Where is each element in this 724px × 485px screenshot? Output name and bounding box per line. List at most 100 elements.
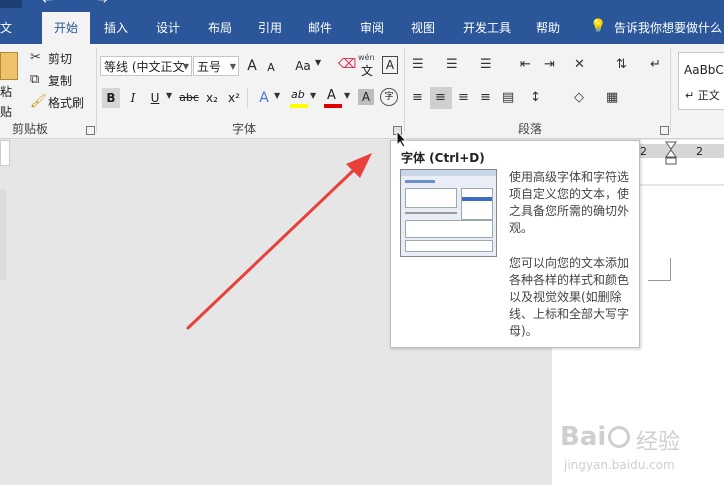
highlight-color-swatch [290,104,308,108]
thumb-list [461,188,493,220]
chevron-down-icon[interactable]: ▼ [315,58,321,67]
paragraph-dialog-launcher[interactable] [660,126,669,135]
thumb-selection [462,197,492,201]
text-effects-button[interactable]: A [256,88,272,108]
undo-icon[interactable]: ↩ [42,0,54,8]
chevron-down-icon[interactable]: ▼ [310,91,316,100]
font-dialog-preview-thumbnail [400,169,497,257]
character-border-button[interactable]: A [382,56,398,74]
phonetic-char: 文 [361,64,374,78]
tab-layout[interactable]: 布局 [204,14,236,42]
group-separator [404,48,405,132]
format-painter-button[interactable]: 格式刷 [48,93,88,113]
baidu-watermark-logo: Bai 经验 jingyan.baidu.com [560,420,720,480]
tab-view[interactable]: 视图 [409,14,437,42]
copy-icon[interactable]: ⧉ [30,72,39,87]
decrease-indent-icon[interactable]: ⇤ [520,57,531,72]
sort-icon[interactable]: ⇅ [616,57,627,72]
chevron-down-icon[interactable]: ▼ [274,91,280,100]
paste-button[interactable]: 粘贴 [0,82,18,119]
font-color-button[interactable]: A [324,88,342,108]
thumb-titlebar [401,170,496,176]
chevron-down-icon[interactable]: ▼ [230,57,236,75]
multilevel-list-icon[interactable]: ☰ [480,57,492,72]
tooltip-description-1: 使用高级字体和字符选项自定义您的文本，使之具备您所需的确切外观。 [509,170,630,235]
highlight-label: ab [291,88,305,101]
clipboard-group-label: 剪贴板 [12,122,49,136]
increase-indent-icon[interactable]: ⇥ [544,57,555,72]
asian-layout-icon[interactable]: ✕ [574,57,585,72]
shading-icon[interactable]: ◇ [574,90,584,105]
horizontal-ruler[interactable]: 2 2 [640,140,724,184]
line-spacing-icon[interactable]: ↕ [530,90,541,105]
thumb-field [405,188,457,208]
phonetic-pinyin: wén [358,53,375,62]
thumb-line [405,212,457,214]
clipboard-dialog-launcher[interactable] [86,126,95,135]
highlight-button[interactable]: ab [290,88,308,108]
justify-icon[interactable]: ≡ [480,90,491,105]
align-center-icon[interactable]: ≡ [435,90,446,105]
tab-developer[interactable]: 开发工具 [460,14,514,42]
paw-icon [608,426,630,448]
style-name: ↵ 正文 [685,89,720,102]
font-size-value: 五号 [197,60,222,74]
format-painter-icon[interactable]: 🖌 [30,94,47,109]
bold-button[interactable]: B [102,88,120,108]
font-name-value: 等线 (中文正文 [104,60,185,74]
thumb-preview [405,240,493,252]
grow-font-button[interactable]: A [245,56,259,76]
align-left-icon[interactable]: ≡ [412,90,423,105]
thumb-row [405,180,435,183]
tab-file[interactable]: 文件 [0,14,22,63]
font-size-combo[interactable]: 五号 ▼ [193,56,239,76]
annotation-arrow-icon [186,153,372,330]
chevron-down-icon[interactable]: ▼ [183,57,189,75]
scissors-icon[interactable]: ✂ [30,50,41,65]
cut-button[interactable]: 剪切 [48,49,74,69]
font-group-label: 字体 [232,122,257,136]
copy-button[interactable]: 复制 [48,71,74,91]
bullets-icon[interactable]: ☰ [412,57,424,72]
tab-help[interactable]: 帮助 [534,14,562,42]
shrink-font-button[interactable]: A [265,58,277,78]
clear-formatting-icon[interactable]: ⌫ [338,57,356,72]
indent-marker-icon [665,141,677,165]
numbering-icon[interactable]: ☰ [446,57,458,72]
change-case-button[interactable]: Aa [292,56,314,76]
enclose-characters-button[interactable]: 字 [380,88,398,106]
chevron-down-icon[interactable]: ▼ [166,91,172,100]
paste-icon[interactable] [0,52,18,80]
tab-home[interactable]: 开始 [42,12,90,44]
font-name-combo[interactable]: 等线 (中文正文 ▼ [100,56,192,76]
strikethrough-button[interactable]: abc [178,88,200,108]
mouse-cursor-icon [396,130,408,148]
chevron-down-icon[interactable]: ▼ [344,91,350,100]
watermark-url: jingyan.baidu.com [564,458,675,472]
tell-me-search[interactable]: 告诉我你想要做什么 [614,14,724,42]
subscript-button[interactable]: x₂ [204,88,220,108]
phonetic-guide-button[interactable]: wén 文 [358,53,378,78]
redo-icon[interactable]: ↪ [96,0,108,8]
font-color-label: A [327,88,336,103]
tab-design[interactable]: 设计 [152,14,184,42]
show-marks-icon[interactable]: ↵ [650,57,661,72]
superscript-button[interactable]: x² [226,88,242,108]
vertical-ruler-track [0,190,6,280]
indent-marker[interactable] [665,140,677,166]
distributed-icon[interactable]: ▤ [502,90,514,105]
italic-button[interactable]: I [126,88,140,108]
character-shading-button[interactable]: A [358,89,374,105]
tab-references[interactable]: 引用 [256,14,284,42]
separator [247,88,248,108]
tab-insert[interactable]: 插入 [100,14,132,42]
borders-icon[interactable]: ▦ [606,90,618,105]
style-gallery-normal[interactable]: AaBbC ↵ 正文 [678,52,724,110]
align-right-icon[interactable]: ≡ [458,90,469,105]
vertical-ruler [0,140,10,166]
group-separator [670,48,671,132]
underline-button[interactable]: U [148,88,162,108]
tab-review[interactable]: 审阅 [358,14,386,42]
save-icon[interactable] [0,0,22,8]
tab-mailings[interactable]: 邮件 [306,14,334,42]
